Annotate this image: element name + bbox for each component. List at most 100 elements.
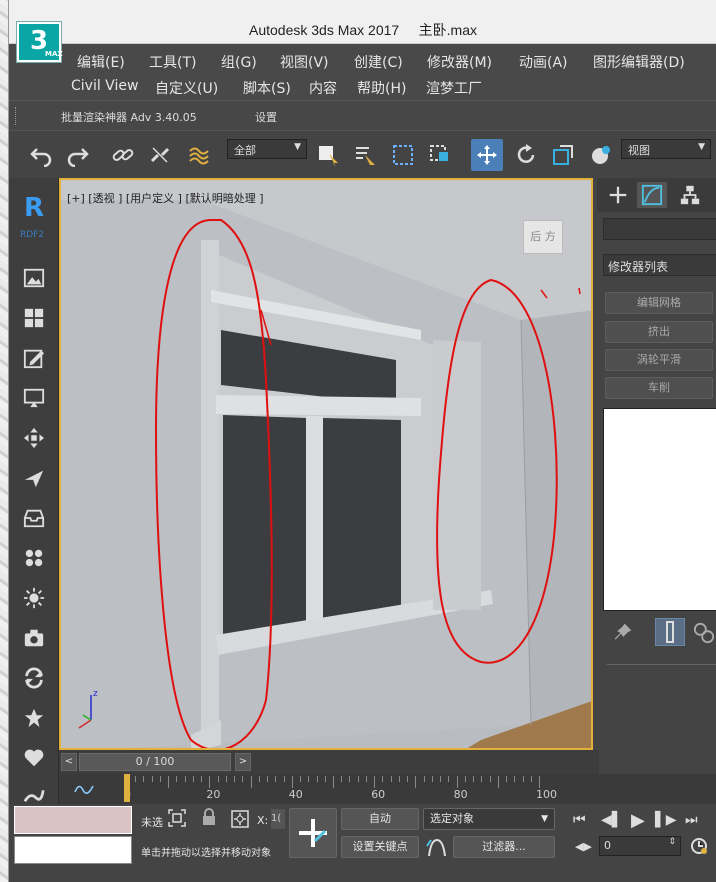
menu-create[interactable]: 创建(C) bbox=[354, 52, 403, 72]
menu-animation[interactable]: 动画(A) bbox=[519, 52, 568, 72]
key-filters-button[interactable]: 过滤器... bbox=[453, 836, 555, 858]
star-icon[interactable] bbox=[22, 706, 46, 730]
object-name-field[interactable] bbox=[603, 218, 716, 240]
undo-icon[interactable] bbox=[27, 141, 55, 169]
time-configuration-icon[interactable] bbox=[689, 836, 711, 858]
timeline-ruler[interactable]: 020406080100 bbox=[119, 774, 649, 804]
menu-render-factory[interactable]: 渲梦工厂 bbox=[426, 78, 482, 98]
isolate-selection-icon[interactable] bbox=[167, 808, 189, 828]
rectangular-selection-icon[interactable] bbox=[389, 141, 417, 169]
create-tab-icon[interactable] bbox=[603, 182, 633, 208]
camera-icon[interactable] bbox=[22, 626, 46, 650]
tray-icon[interactable] bbox=[22, 506, 46, 530]
image-icon[interactable] bbox=[22, 266, 46, 290]
menu-tools[interactable]: 工具(T) bbox=[149, 52, 196, 72]
screen-icon[interactable] bbox=[22, 386, 46, 410]
rdf-plugin-button[interactable]: R bbox=[22, 193, 46, 223]
hierarchy-tab-icon[interactable] bbox=[675, 182, 705, 208]
edit-icon[interactable] bbox=[22, 346, 46, 370]
next-frame-icon[interactable]: ▌▶ bbox=[655, 812, 677, 828]
timeline-tick bbox=[316, 776, 318, 782]
menu-view[interactable]: 视图(V) bbox=[280, 52, 329, 72]
select-and-move-icon[interactable] bbox=[471, 139, 503, 171]
viewport-label[interactable]: [+] [透视 ] [用户定义 ] [默认明暗处理 ] bbox=[67, 190, 264, 206]
layout-grid-icon[interactable] bbox=[22, 306, 46, 330]
turbosmooth-button[interactable]: 涡轮平滑 bbox=[605, 349, 713, 371]
current-frame-field[interactable]: 0 ⇕ bbox=[599, 836, 681, 856]
unlink-icon[interactable] bbox=[146, 141, 174, 169]
screenshot-frame: Autodesk 3ds Max 2017 主卧.max 3 MAX 编辑(E)… bbox=[0, 0, 716, 882]
time-slider-thumb[interactable]: 0 / 100 bbox=[79, 753, 231, 771]
key-filter-dropdown[interactable]: 选定对象 ▼ bbox=[423, 808, 555, 830]
menu-group[interactable]: 组(G) bbox=[221, 52, 257, 72]
selection-filter-dropdown[interactable]: 全部 ▼ bbox=[227, 139, 307, 159]
pin-stack-icon[interactable] bbox=[613, 622, 635, 644]
timeline-tick bbox=[341, 776, 343, 782]
lathe-button[interactable]: 车削 bbox=[605, 377, 713, 399]
show-end-result-icon[interactable] bbox=[655, 618, 685, 646]
reference-coordinate-dropdown[interactable]: 视图 ▼ bbox=[621, 139, 711, 159]
heart-icon[interactable] bbox=[22, 746, 46, 770]
menu-graph-editors[interactable]: 图形编辑器(D) bbox=[593, 52, 685, 72]
batch-render-plugin[interactable]: 批量渲染神器 Adv 3.40.05 bbox=[61, 109, 197, 125]
timeline-tick bbox=[365, 776, 367, 782]
menu-scripting[interactable]: 脚本(S) bbox=[243, 78, 291, 98]
set-key-button[interactable]: 设置关键点 bbox=[341, 836, 419, 858]
timeline-tick-label: 40 bbox=[288, 788, 303, 801]
key-mode-icon[interactable]: ◀▶ bbox=[575, 840, 592, 853]
plugin-settings[interactable]: 设置 bbox=[255, 109, 277, 125]
modifier-list-dropdown[interactable]: 修改器列表 bbox=[603, 254, 716, 276]
window-crossing-icon[interactable] bbox=[426, 141, 454, 169]
auto-key-button[interactable]: 自动 bbox=[341, 808, 419, 830]
perspective-viewport[interactable]: [+] [透视 ] [用户定义 ] [默认明暗处理 ] z 后 方 bbox=[59, 178, 593, 750]
airplane-icon[interactable] bbox=[22, 466, 46, 490]
track-bar[interactable]: 020406080100 bbox=[59, 774, 716, 804]
viewcube[interactable]: 后 方 bbox=[523, 220, 563, 254]
x-coordinate-field[interactable]: 1( bbox=[271, 809, 285, 829]
maxscript-listener-bottom[interactable] bbox=[14, 836, 132, 864]
maxscript-listener-top[interactable] bbox=[14, 806, 132, 834]
absolute-mode-icon[interactable] bbox=[231, 810, 249, 828]
curve-icon[interactable] bbox=[22, 782, 46, 806]
timeline-tick bbox=[431, 776, 433, 782]
play-icon[interactable]: ▶ bbox=[631, 810, 645, 831]
modify-tab-icon[interactable] bbox=[637, 182, 667, 208]
menu-customize[interactable]: 自定义(U) bbox=[155, 78, 218, 98]
timeline-tick-label: 60 bbox=[371, 788, 386, 801]
curve-editor-icon[interactable] bbox=[73, 780, 97, 798]
sun-light-icon[interactable] bbox=[22, 586, 46, 610]
set-key-icon[interactable] bbox=[425, 836, 451, 860]
select-by-name-icon[interactable] bbox=[351, 141, 379, 169]
add-time-tag-button[interactable] bbox=[289, 808, 337, 858]
menu-content[interactable]: 内容 bbox=[309, 78, 337, 98]
menu-modifiers[interactable]: 修改器(M) bbox=[427, 52, 492, 72]
link-icon[interactable] bbox=[109, 141, 137, 169]
make-unique-icon[interactable] bbox=[693, 622, 716, 644]
spinner-icon[interactable]: ⇕ bbox=[668, 837, 676, 847]
current-frame-marker[interactable] bbox=[124, 774, 130, 802]
toolbar-grip[interactable] bbox=[15, 107, 18, 125]
bind-space-warp-icon[interactable] bbox=[185, 141, 213, 169]
extrude-button[interactable]: 挤出 bbox=[605, 321, 713, 343]
go-to-start-icon[interactable]: ⏮ bbox=[573, 812, 586, 828]
time-next-button[interactable]: > bbox=[235, 753, 251, 771]
select-and-scale-icon[interactable] bbox=[549, 141, 577, 169]
select-object-icon[interactable] bbox=[314, 141, 342, 169]
previous-frame-icon[interactable]: ◀▌ bbox=[601, 812, 623, 828]
modifier-stack[interactable] bbox=[603, 408, 716, 611]
menu-civil-view[interactable]: Civil View bbox=[71, 78, 138, 94]
redo-icon[interactable] bbox=[64, 141, 92, 169]
edit-mesh-button[interactable]: 编辑网格 bbox=[605, 292, 713, 314]
dots-grid-icon[interactable] bbox=[22, 546, 46, 570]
timeline-tick bbox=[151, 776, 153, 782]
refresh-icon[interactable] bbox=[22, 666, 46, 690]
app-logo-button[interactable]: 3 MAX bbox=[17, 22, 63, 62]
menu-edit[interactable]: 编辑(E) bbox=[77, 52, 125, 72]
lock-icon[interactable] bbox=[201, 808, 219, 828]
go-to-end-icon[interactable]: ⏭ bbox=[685, 812, 698, 828]
place-icon[interactable] bbox=[587, 141, 615, 169]
select-and-rotate-icon[interactable] bbox=[512, 141, 540, 169]
time-prev-button[interactable]: < bbox=[61, 753, 77, 771]
move-arrows-icon[interactable] bbox=[22, 426, 46, 450]
menu-help[interactable]: 帮助(H) bbox=[357, 78, 406, 98]
